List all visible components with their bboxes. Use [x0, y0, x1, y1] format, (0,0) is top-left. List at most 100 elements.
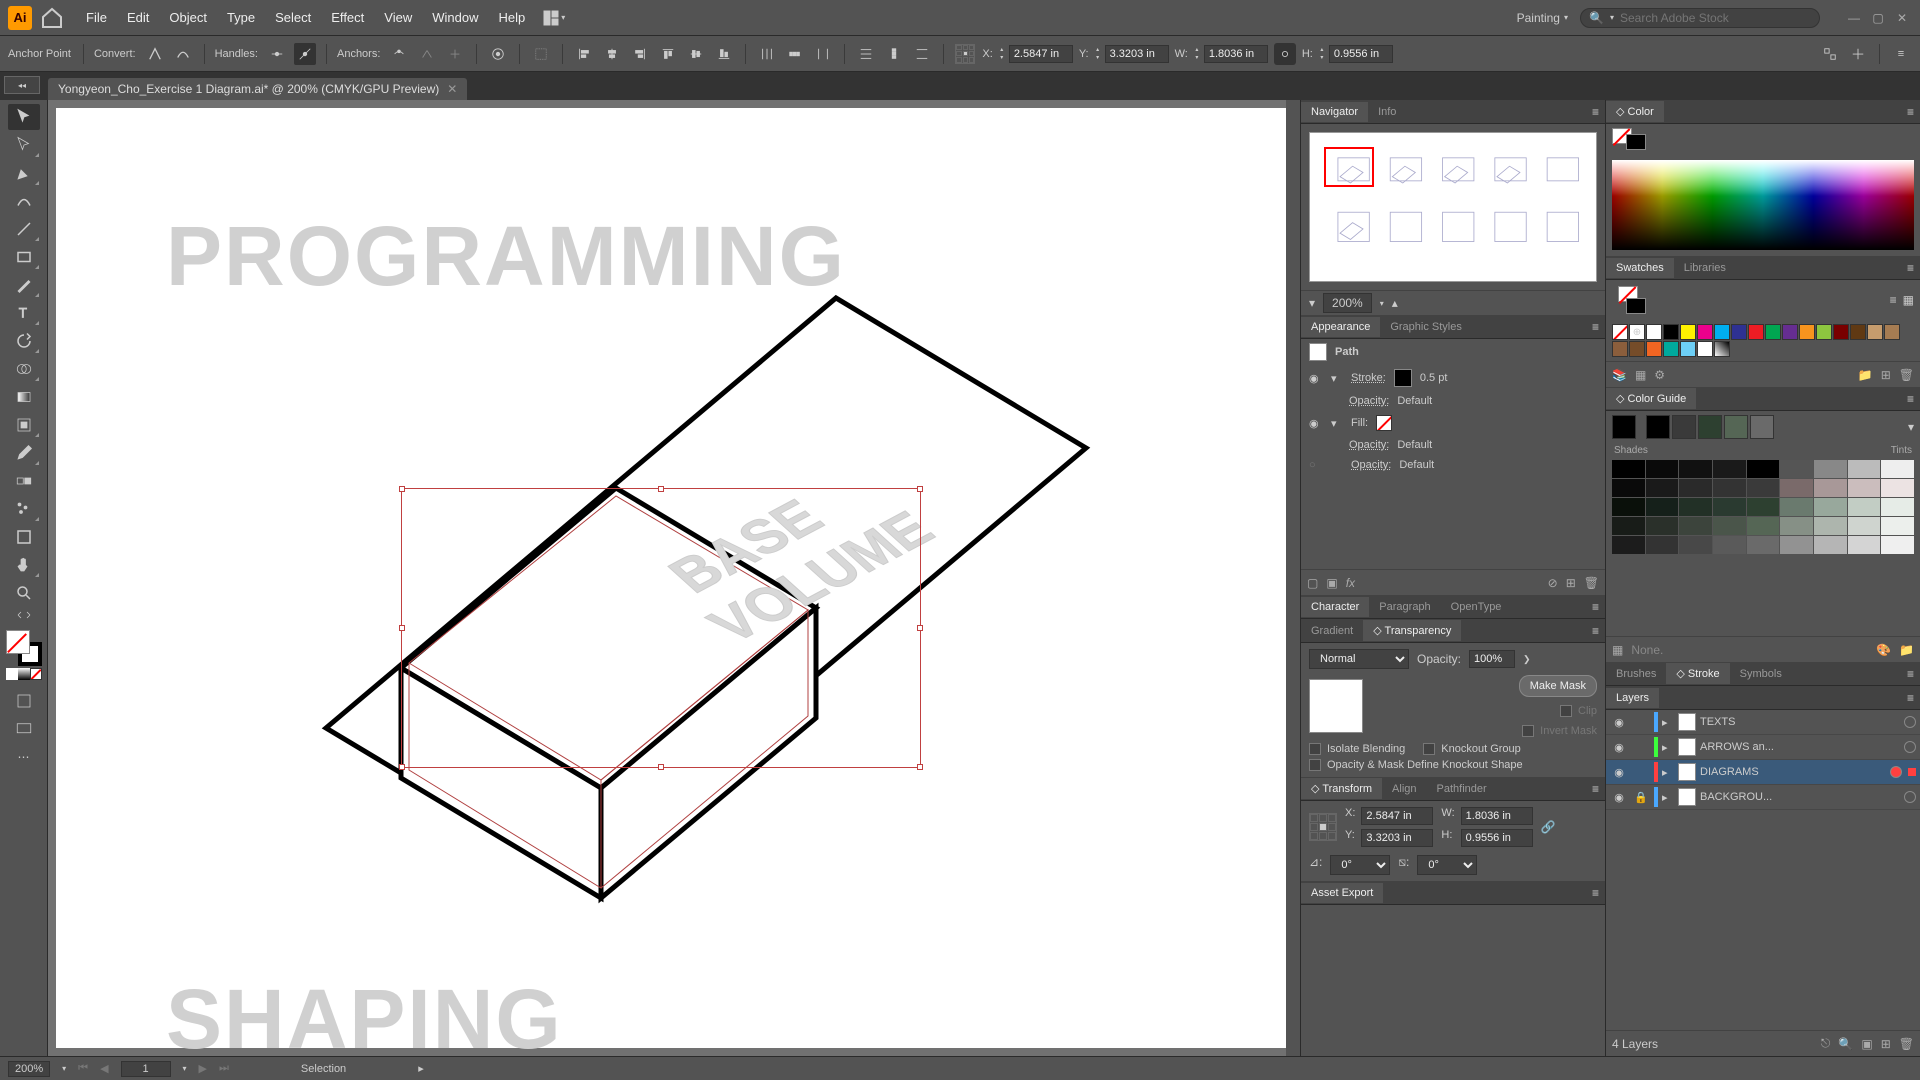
color-guide-grid[interactable]: [1606, 458, 1920, 556]
minimize-button[interactable]: —: [1844, 8, 1864, 28]
swatch[interactable]: [1697, 324, 1713, 340]
swatch-registration[interactable]: ⊕: [1629, 324, 1645, 340]
expand-icon[interactable]: ▸: [1662, 741, 1674, 754]
last-artboard-icon[interactable]: ⏭: [219, 1062, 229, 1075]
hand-tool[interactable]: [8, 552, 40, 578]
menu-object[interactable]: Object: [159, 6, 217, 29]
create-sublayer-icon[interactable]: ▣: [1861, 1037, 1872, 1051]
artboard-tool[interactable]: [8, 524, 40, 550]
menu-help[interactable]: Help: [488, 6, 535, 29]
swatch[interactable]: [1782, 324, 1798, 340]
shape-builder-tool[interactable]: [8, 356, 40, 382]
blend-tool[interactable]: [8, 468, 40, 494]
make-clipping-icon[interactable]: 🔍: [1838, 1037, 1853, 1051]
tab-transparency[interactable]: ◇ Transparency: [1363, 620, 1461, 641]
swatch-none[interactable]: [1612, 324, 1628, 340]
tab-libraries[interactable]: Libraries: [1674, 258, 1736, 278]
tab-brushes[interactable]: Brushes: [1606, 664, 1666, 684]
cut-path-icon[interactable]: [444, 43, 466, 65]
layer-name[interactable]: BACKGROU...: [1700, 791, 1900, 803]
color-mode-gradient[interactable]: [18, 668, 30, 680]
base-color[interactable]: [1612, 415, 1636, 439]
stroke-swatch[interactable]: [1394, 369, 1412, 387]
x-down[interactable]: ▾: [997, 54, 1007, 62]
transform-y[interactable]: [1361, 829, 1433, 847]
visibility-icon[interactable]: ◉: [1309, 417, 1323, 430]
artboard-number[interactable]: 1: [121, 1061, 171, 1077]
fill-swatch[interactable]: [6, 630, 30, 654]
tab-navigator[interactable]: Navigator: [1301, 102, 1368, 122]
expand-icon[interactable]: ▸: [1662, 766, 1674, 779]
fill-swatch[interactable]: [1376, 415, 1392, 431]
rectangle-tool[interactable]: [8, 244, 40, 270]
hide-handles-icon[interactable]: [294, 43, 316, 65]
w-down[interactable]: ▾: [1192, 54, 1202, 62]
swatch[interactable]: [1799, 324, 1815, 340]
panel-menu-icon[interactable]: ≡: [1901, 105, 1920, 119]
visibility-icon[interactable]: ◉: [1309, 372, 1323, 385]
tab-opentype[interactable]: OpenType: [1441, 597, 1512, 617]
artboard[interactable]: PROGRAMMING SHAPING BASE VOLUME: [56, 108, 1292, 1048]
align-to-pixel-icon[interactable]: [530, 43, 552, 65]
document-tab[interactable]: Yongyeon_Cho_Exercise 1 Diagram.ai* @ 20…: [48, 78, 467, 100]
edit-toolbar[interactable]: ⋯: [8, 744, 40, 770]
link-icon[interactable]: 🔗: [1541, 820, 1556, 834]
eyedropper-tool[interactable]: [8, 440, 40, 466]
opacity-label[interactable]: Opacity:: [1349, 439, 1389, 451]
visibility-icon[interactable]: ◉: [1610, 741, 1628, 754]
h-down[interactable]: ▾: [1317, 54, 1327, 62]
layer-row[interactable]: ◉ ▸ DIAGRAMS: [1606, 760, 1920, 785]
stroke-label[interactable]: Stroke:: [1351, 372, 1386, 384]
swatch-libraries-icon[interactable]: 📚: [1612, 368, 1627, 382]
panel-menu-icon[interactable]: ≡: [1890, 43, 1912, 65]
type-tool[interactable]: T: [8, 300, 40, 326]
align-top-icon[interactable]: [657, 43, 679, 65]
toggle-fill-stroke[interactable]: [8, 608, 40, 622]
expand-icon[interactable]: ▸: [1662, 791, 1674, 804]
opacity-input[interactable]: [1469, 650, 1515, 668]
swatch[interactable]: [1765, 324, 1781, 340]
layer-row[interactable]: ◉ 🔒 ▸ BACKGROU...: [1606, 785, 1920, 810]
transform-x[interactable]: [1361, 807, 1433, 825]
swatch[interactable]: [1680, 324, 1696, 340]
swatch-fill-stroke[interactable]: [1618, 286, 1646, 314]
menu-effect[interactable]: Effect: [321, 6, 374, 29]
w-up[interactable]: ▴: [1192, 46, 1202, 54]
panel-menu-icon[interactable]: ≡: [1586, 624, 1605, 638]
zoom-tool[interactable]: [8, 580, 40, 606]
menu-view[interactable]: View: [374, 6, 422, 29]
gradient-tool[interactable]: [8, 384, 40, 410]
locate-object-icon[interactable]: ⎋: [1821, 1036, 1831, 1051]
new-layer-icon[interactable]: ⊞: [1881, 1037, 1891, 1051]
rotate-select[interactable]: 0°: [1330, 855, 1390, 875]
y-input[interactable]: [1105, 45, 1169, 63]
reference-point-icon[interactable]: [954, 43, 976, 65]
expand-icon[interactable]: ▾: [1331, 417, 1343, 430]
opacity-label[interactable]: Opacity:: [1351, 459, 1391, 471]
menu-select[interactable]: Select: [265, 6, 321, 29]
panel-menu-icon[interactable]: ≡: [1586, 105, 1605, 119]
swatch[interactable]: [1680, 341, 1696, 357]
opacity-popup-icon[interactable]: ❯: [1523, 654, 1531, 665]
new-swatch-icon[interactable]: ⊞: [1881, 368, 1891, 382]
swatch-list-view-icon[interactable]: ≡: [1890, 293, 1897, 307]
x-input[interactable]: [1009, 45, 1073, 63]
layer-name[interactable]: DIAGRAMS: [1700, 766, 1886, 778]
limit-colors-icon[interactable]: ▦: [1612, 643, 1623, 657]
distribute-right-icon[interactable]: [812, 43, 834, 65]
tab-asset-export[interactable]: Asset Export: [1301, 883, 1383, 903]
swatch-options-icon[interactable]: ⚙: [1654, 368, 1665, 382]
target-icon[interactable]: [1904, 791, 1916, 803]
canvas-area[interactable]: PROGRAMMING SHAPING BASE VOLUME: [48, 100, 1300, 1056]
layer-name[interactable]: TEXTS: [1700, 716, 1900, 728]
add-effect-icon[interactable]: fx: [1346, 576, 1355, 590]
panel-menu-icon[interactable]: ≡: [1586, 782, 1605, 796]
distribute-top-icon[interactable]: [855, 43, 877, 65]
stock-search[interactable]: 🔍 ▾: [1580, 8, 1820, 28]
tab-graphicstyles[interactable]: Graphic Styles: [1380, 317, 1472, 337]
harmony-dropdown-icon[interactable]: ▾: [1908, 420, 1914, 434]
swatch[interactable]: [1816, 324, 1832, 340]
convert-corner-icon[interactable]: [144, 43, 166, 65]
harmony-color[interactable]: [1672, 415, 1696, 439]
remove-anchor-icon[interactable]: [388, 43, 410, 65]
